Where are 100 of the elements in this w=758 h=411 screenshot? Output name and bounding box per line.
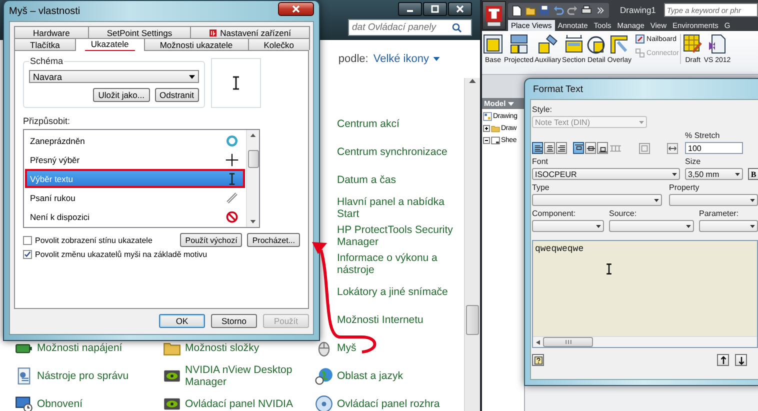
valign-button[interactable]	[597, 142, 608, 154]
horizontal-scrollbar[interactable]	[533, 336, 757, 347]
cursor-list[interactable]: Zaneprázdněn Přesný výběr Výběr textu Psaní rukou Není k dispozici	[23, 129, 260, 228]
component-dropdown[interactable]	[532, 220, 604, 232]
scroll-up-icon[interactable]	[250, 133, 256, 137]
cursor-button[interactable]: Procházet...	[247, 233, 300, 247]
document-icon[interactable]	[511, 4, 522, 16]
control-panel-link[interactable]: HP ProtectTools Security Manager	[337, 224, 464, 248]
nailboard-icon[interactable]	[634, 34, 645, 44]
search-icon[interactable]	[452, 22, 462, 32]
font-dropdown[interactable]: ISOCPEUR	[532, 168, 680, 180]
app-logo-icon[interactable]	[485, 4, 503, 26]
folder-icon[interactable]	[525, 4, 536, 16]
checkbox-label[interactable]: Povolit změnu ukazatelů myši na základě motivu	[35, 250, 208, 259]
checkbox-label[interactable]: Povolit zobrazení stínu ukazatele	[35, 236, 152, 244]
monitor-clock-icon[interactable]	[15, 395, 33, 411]
control-panel-link[interactable]: Ovládací panel rozhra	[337, 398, 440, 410]
bold-button[interactable]: B	[748, 168, 758, 180]
overlay-view-icon[interactable]	[609, 34, 630, 54]
vertical-scrollbar[interactable]	[246, 130, 259, 227]
align-button[interactable]	[544, 142, 555, 154]
dialog-button[interactable]: Storno	[211, 314, 257, 328]
move-up-button[interactable]	[717, 354, 729, 366]
checkbox[interactable]	[23, 250, 32, 259]
control-panel-link[interactable]: Ovládací panel NVIDIA	[185, 398, 293, 410]
scheme-button[interactable]: Odstranit	[154, 88, 199, 102]
no-entry-cursor-icon	[225, 210, 239, 224]
cursor-button[interactable]: Použít výchozí	[180, 233, 242, 247]
size-dropdown[interactable]: 3,50 mm	[685, 168, 743, 180]
text-input-area[interactable]: qweqweqwe	[532, 240, 758, 348]
tab[interactable]: Hardware	[14, 26, 89, 38]
checkbox[interactable]	[23, 236, 32, 244]
globe-clock-icon[interactable]	[315, 367, 333, 385]
vertical-scrollbar[interactable]	[464, 78, 480, 411]
window-title: Myš – vlastnosti	[9, 6, 80, 16]
control-panel-link[interactable]: Nástroje pro správu	[37, 370, 129, 382]
control-panel-link[interactable]: Oblast a jazyk	[337, 370, 403, 382]
maximize-button[interactable]	[423, 2, 447, 16]
control-panel-link[interactable]: Informace o výkonu a nástroje	[337, 252, 464, 276]
document-gear-icon[interactable]	[15, 367, 33, 385]
control-panel-link[interactable]: Možnosti Internetu	[337, 314, 424, 326]
view-dropdown[interactable]: Velké ikony	[373, 53, 440, 65]
scheme-button[interactable]: Uložit jako...	[93, 88, 150, 102]
control-panel-link[interactable]: Možnosti složky	[185, 342, 260, 354]
help-button[interactable]	[532, 354, 544, 366]
cursor-list-item[interactable]: Přesný výběr	[25, 150, 245, 169]
tab[interactable]: Tlačítka	[14, 38, 76, 50]
chevron-icon[interactable]	[595, 4, 606, 16]
control-panel-link[interactable]: Hlavní panel a nabídka Start	[337, 196, 464, 220]
cursor-list-item[interactable]: Zaneprázdněn	[25, 131, 245, 150]
move-down-button[interactable]	[735, 354, 747, 366]
scrollbar-thumb[interactable]	[248, 150, 258, 168]
printer-icon[interactable]	[581, 4, 592, 16]
cursor-list-item[interactable]: Psaní rukou	[25, 188, 245, 207]
tab[interactable]: Nastavení zařízení	[190, 26, 310, 38]
close-button[interactable]	[448, 2, 472, 16]
stretch-icon[interactable]	[667, 142, 678, 154]
tilted-views-icon[interactable]	[538, 34, 558, 54]
align-button[interactable]	[556, 142, 567, 154]
stacked-views-icon[interactable]	[508, 34, 529, 54]
tab[interactable]: SetPoint Settings	[88, 26, 192, 38]
scrollbar-thumb[interactable]	[466, 305, 479, 335]
control-panel-link[interactable]: NVIDIA nView Desktop Manager	[185, 364, 315, 388]
align-button[interactable]	[532, 142, 543, 154]
property-dropdown[interactable]	[669, 194, 758, 206]
stretch-field[interactable]: 100	[685, 142, 743, 154]
control-panel-link[interactable]: Centrum synchronizace	[337, 146, 448, 158]
close-button[interactable]	[278, 2, 314, 16]
tab[interactable]: Možnosti ukazatele	[144, 38, 249, 50]
tab[interactable]: Kolečko	[248, 38, 310, 50]
detail-circle-icon[interactable]	[586, 34, 606, 54]
grid-pencil-icon[interactable]	[682, 34, 703, 54]
control-panel-link[interactable]: Datum a čas	[337, 174, 396, 186]
cursor-list-item[interactable]: Není k dispozici	[25, 207, 245, 226]
type-dropdown[interactable]	[532, 194, 662, 206]
expand-toggle[interactable]	[483, 136, 490, 144]
valign-button[interactable]	[585, 142, 596, 154]
square-view-icon[interactable]	[483, 34, 503, 54]
control-panel-link[interactable]: Lokátory a jiné snímače	[337, 286, 448, 298]
expand-toggle[interactable]	[483, 124, 490, 132]
pen-cursor-icon	[225, 190, 239, 204]
dialog-button[interactable]: OK	[159, 314, 205, 328]
parameter-dropdown[interactable]	[699, 220, 758, 232]
minimize-button[interactable]	[398, 2, 422, 16]
scroll-left-icon[interactable]	[536, 340, 540, 344]
caret-icon	[654, 198, 659, 202]
control-panel-link[interactable]: Myš	[337, 342, 356, 354]
control-panel-link[interactable]: Centrum akcí	[337, 118, 400, 130]
control-panel-link[interactable]: Možnosti napájení	[37, 342, 122, 354]
scroll-down-icon[interactable]	[250, 220, 256, 224]
scroll-up-icon[interactable]	[469, 78, 476, 83]
valign-button[interactable]	[573, 142, 584, 154]
app-menu-button[interactable]	[482, 1, 506, 30]
source-dropdown[interactable]	[609, 220, 694, 232]
scheme-dropdown[interactable]: Navara	[29, 70, 199, 83]
section-view-icon[interactable]	[564, 34, 584, 54]
document-icon[interactable]	[707, 34, 728, 54]
search-field[interactable]: dat Ovládací panely	[348, 19, 472, 36]
control-panel-link[interactable]: Obnovení	[37, 398, 83, 410]
tab[interactable]: Ukazatele	[74, 38, 145, 51]
